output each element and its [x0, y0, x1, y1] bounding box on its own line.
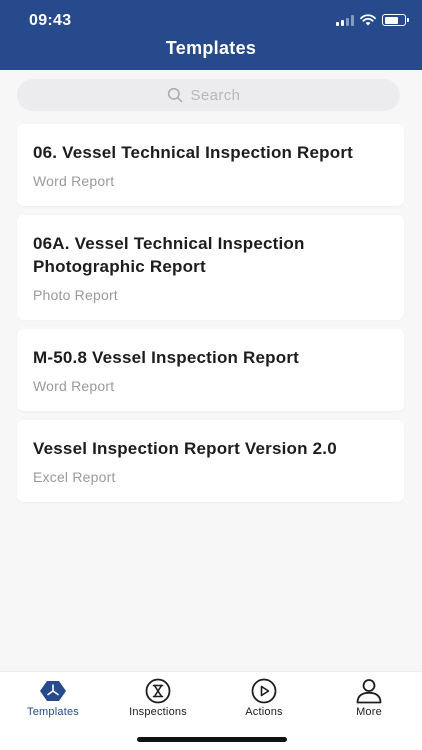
template-card[interactable]: M-50.8 Vessel Inspection Report Word Rep… [17, 329, 404, 411]
template-card[interactable]: 06. Vessel Technical Inspection Report W… [17, 124, 404, 206]
template-card[interactable]: Vessel Inspection Report Version 2.0 Exc… [17, 420, 404, 502]
tab-label: More [356, 706, 382, 718]
status-time: 09:43 [29, 12, 72, 29]
home-indicator[interactable] [137, 737, 287, 742]
tab-actions[interactable]: Actions [219, 678, 309, 718]
search-input[interactable] [190, 86, 251, 104]
person-icon [355, 678, 383, 704]
search-bar[interactable] [17, 79, 400, 111]
tab-inspections[interactable]: Inspections [113, 678, 203, 718]
template-title: 06A. Vessel Technical Inspection Photogr… [33, 234, 305, 276]
hourglass-icon [145, 678, 171, 704]
tab-more[interactable]: More [324, 678, 414, 718]
search-icon [167, 87, 182, 103]
play-icon [251, 678, 277, 704]
status-icons [336, 13, 409, 27]
template-type: Word Report [33, 173, 115, 189]
templates-icon [39, 678, 67, 704]
template-card[interactable]: 06A. Vessel Technical Inspection Photogr… [17, 215, 404, 320]
tab-label: Inspections [129, 706, 187, 718]
battery-icon [382, 14, 409, 26]
tab-templates[interactable]: Templates [8, 678, 98, 718]
template-title: M-50.8 Vessel Inspection Report [33, 348, 300, 367]
template-title: 06. Vessel Technical Inspection Report [33, 143, 354, 162]
tab-label: Actions [245, 706, 283, 718]
status-bar: 09:43 [0, 0, 422, 38]
page-title: Templates [165, 38, 257, 58]
app-header: 09:43 Templates [0, 0, 422, 70]
template-type: Photo Report [33, 287, 118, 303]
template-title: Vessel Inspection Report Version 2.0 [33, 439, 337, 458]
template-type: Excel Report [33, 469, 116, 485]
wifi-icon [360, 14, 376, 26]
template-type: Word Report [33, 378, 115, 394]
tab-label: Templates [27, 706, 79, 718]
template-list: 06. Vessel Technical Inspection Report W… [17, 124, 404, 511]
cellular-signal-icon [336, 14, 354, 26]
